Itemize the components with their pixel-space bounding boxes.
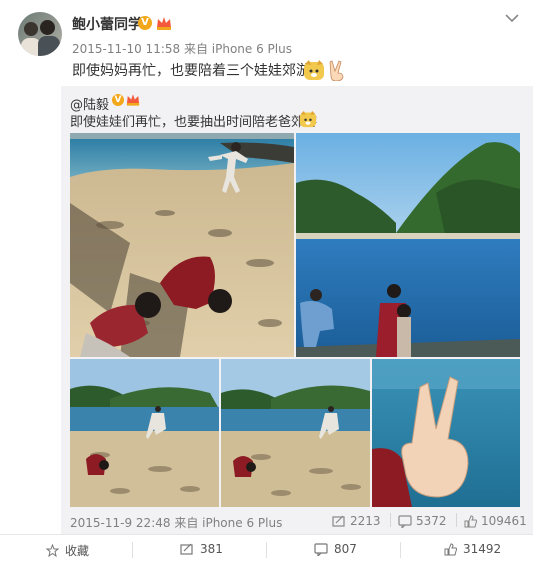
- like-count-text: 109461: [481, 514, 527, 528]
- photo-3[interactable]: [70, 359, 219, 507]
- repost-text: 即使娃娃们再忙，也要抽出时间陪老爸郊游: [70, 115, 318, 130]
- verified-icon: V: [138, 16, 152, 30]
- favorite-button[interactable]: 收藏: [46, 542, 89, 559]
- divider: [400, 542, 401, 558]
- comment-button[interactable]: 807: [314, 542, 357, 556]
- repost-like-count[interactable]: 109461: [464, 514, 527, 528]
- verified-icon: V: [112, 94, 124, 106]
- comment-icon: [314, 542, 328, 556]
- dog-face-emoji-icon: [299, 110, 317, 128]
- comment-icon: [398, 514, 412, 528]
- repost-count-text: 2213: [350, 514, 381, 528]
- victory-hand-emoji-icon: [329, 60, 344, 81]
- photo-4[interactable]: [221, 359, 370, 507]
- member-crown-icon: [126, 94, 140, 106]
- divider: [266, 542, 267, 558]
- thumb-up-icon: [444, 542, 457, 555]
- divider: [390, 513, 391, 527]
- repost-button[interactable]: 381: [180, 542, 223, 556]
- member-crown-icon: [157, 17, 171, 30]
- photo-2[interactable]: [296, 133, 520, 357]
- photo-1[interactable]: [70, 133, 294, 357]
- thumb-up-icon: [464, 514, 477, 527]
- comment-count: 807: [334, 542, 357, 556]
- like-button[interactable]: 31492: [444, 542, 501, 556]
- star-icon: [46, 544, 59, 557]
- post-meta: 2015-11-10 11:58 来自 iPhone 6 Plus: [72, 42, 292, 56]
- repost-repost-count[interactable]: 2213: [332, 514, 381, 528]
- avatar[interactable]: [18, 12, 62, 56]
- repost-comment-count[interactable]: 5372: [398, 514, 447, 528]
- repost-count: 381: [200, 542, 223, 556]
- chevron-down-icon[interactable]: [504, 12, 520, 24]
- divider: [132, 542, 133, 558]
- repost-icon: [180, 543, 193, 555]
- photo-5[interactable]: [372, 359, 520, 507]
- repost-meta: 2015-11-9 22:48 来自 iPhone 6 Plus: [70, 516, 283, 530]
- repost-icon: [332, 515, 345, 527]
- post-text: 即使妈妈再忙，也要陪着三个娃娃郊游。: [72, 63, 324, 79]
- favorite-label: 收藏: [65, 544, 90, 558]
- dog-face-emoji-icon: [304, 60, 324, 80]
- comment-count-text: 5372: [416, 514, 447, 528]
- divider: [456, 513, 457, 527]
- post-username[interactable]: 鲍小蕾同学: [72, 14, 142, 34]
- like-count: 31492: [463, 542, 502, 556]
